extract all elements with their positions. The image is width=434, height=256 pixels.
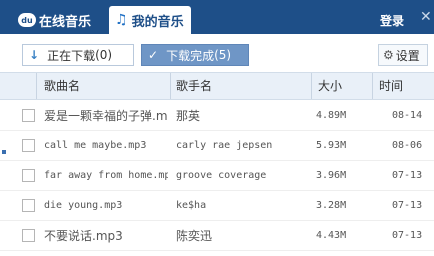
column-separator (372, 73, 373, 99)
column-separator (311, 73, 312, 99)
settings-label: 设置 (395, 48, 420, 63)
download-complete-button[interactable]: ✓ 下载完成 (5) (141, 44, 249, 66)
column-header-song[interactable]: 歌曲名 (44, 73, 80, 99)
top-bar: du 在线音乐 ♫ 我的音乐 登录 ✕ (0, 0, 434, 34)
checkmark-icon: ✓ (148, 48, 159, 62)
row-checkbox[interactable] (22, 169, 35, 182)
song-name: die young.mp3 (44, 200, 123, 211)
file-size: 4.43M (316, 230, 347, 241)
gear-icon: ⚙ (383, 48, 394, 62)
row-checkbox[interactable] (22, 199, 35, 212)
row-checkbox[interactable] (22, 139, 35, 152)
row-checkbox[interactable] (22, 229, 35, 242)
artist-name: 那英 (176, 109, 201, 123)
artist-name: carly rae jepsen (176, 140, 273, 151)
song-name: 爱是一颗幸福的子弹.mp3 (44, 109, 168, 123)
table-row[interactable]: 不要说话.mp3 陈奕迅 4.43M 07-13 (0, 221, 434, 251)
file-size: 4.89M (316, 110, 347, 121)
download-time: 07-13 (392, 200, 423, 211)
music-note-icon: ♫ (115, 12, 128, 28)
song-name: 不要说话.mp3 (44, 229, 123, 243)
tab-online-music[interactable]: du 在线音乐 (18, 6, 91, 34)
download-time: 08-06 (392, 140, 423, 151)
downloading-count: (0) (95, 48, 113, 62)
table-row[interactable]: far away from home.mp3 groove coverage 3… (0, 161, 434, 191)
tab-online-label: 在线音乐 (39, 14, 92, 30)
download-time: 07-13 (392, 230, 423, 241)
artist-name: groove coverage (176, 170, 267, 181)
table-row[interactable]: die young.mp3 ke$ha 3.28M 07-13 (0, 191, 434, 221)
close-icon[interactable]: ✕ (420, 9, 432, 25)
table-header: 歌曲名 歌手名 大小 时间 (0, 72, 434, 100)
tab-my-music[interactable]: ♫ 我的音乐 (109, 6, 191, 34)
toolbar: ↓ 正在下载 (0) ✓ 下载完成 (5) ⚙ 设置 (0, 34, 434, 72)
settings-button[interactable]: ⚙ 设置 (378, 44, 428, 66)
song-name: far away from home.mp3 (44, 170, 168, 181)
row-checkbox[interactable] (22, 109, 35, 122)
baidu-music-logo-icon: du (18, 13, 36, 27)
column-separator (170, 73, 171, 99)
download-time: 08-14 (392, 110, 423, 121)
download-arrow-icon: ↓ (29, 48, 40, 62)
file-size: 3.96M (316, 170, 347, 181)
column-header-time[interactable]: 时间 (379, 73, 403, 99)
done-count: (5) (214, 48, 232, 62)
tab-mine-label: 我的音乐 (131, 14, 184, 30)
artist-name: ke$ha (176, 200, 207, 211)
done-label: 下载完成 (166, 48, 215, 63)
window-edge-marker (2, 150, 6, 154)
song-name: call me maybe.mp3 (44, 140, 147, 151)
file-size: 5.93M (316, 140, 347, 151)
downloading-button[interactable]: ↓ 正在下载 (0) (22, 44, 134, 66)
column-separator (36, 73, 37, 99)
table-row[interactable]: call me maybe.mp3 carly rae jepsen 5.93M… (0, 131, 434, 161)
artist-name: 陈奕迅 (176, 229, 213, 243)
table-row[interactable]: 爱是一颗幸福的子弹.mp3 那英 4.89M 08-14 (0, 101, 434, 131)
download-time: 07-13 (392, 170, 423, 181)
file-size: 3.28M (316, 200, 347, 211)
column-header-size[interactable]: 大小 (318, 73, 342, 99)
downloading-label: 正在下载 (47, 48, 96, 63)
column-header-artist[interactable]: 歌手名 (176, 73, 212, 99)
login-link[interactable]: 登录 (380, 12, 404, 29)
